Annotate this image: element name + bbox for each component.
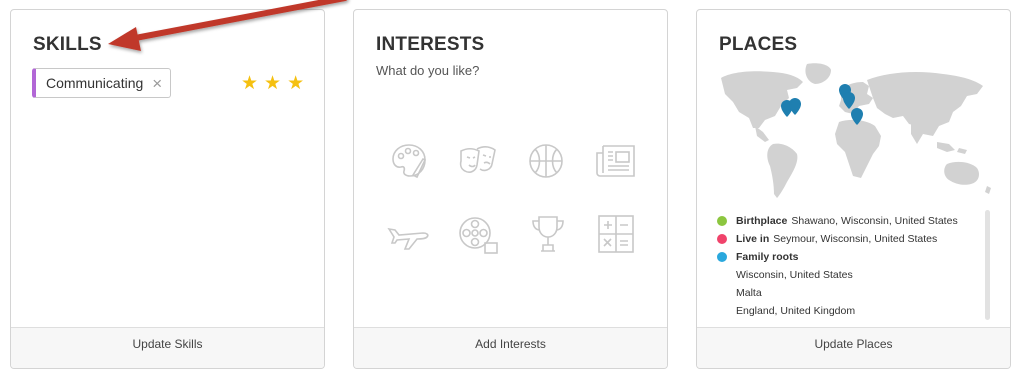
- interests-footer: Add Interests: [354, 327, 667, 368]
- interests-card: INTERESTS What do you like? Add Interest…: [353, 9, 668, 369]
- star-icon[interactable]: ★: [241, 73, 264, 94]
- family-root-item: England, United Kingdom: [736, 305, 856, 317]
- legend-family-roots: Family roots: [717, 248, 958, 266]
- basketball-icon[interactable]: [526, 141, 566, 181]
- family-roots-dot: [717, 252, 727, 262]
- newspaper-icon[interactable]: [594, 141, 638, 181]
- skill-chip[interactable]: Communicating ×: [32, 68, 172, 98]
- star-icon[interactable]: ★: [264, 73, 287, 94]
- palette-icon[interactable]: [389, 141, 429, 181]
- places-legend: Birthplace Shawano, Wisconsin, United St…: [717, 212, 958, 320]
- skills-footer: Update Skills: [11, 327, 324, 368]
- close-icon[interactable]: ×: [152, 75, 162, 92]
- legend-live-in: Live in Seymour, Wisconsin, United State…: [717, 230, 958, 248]
- birthplace-value: Shawano, Wisconsin, United States: [791, 215, 958, 227]
- airplane-icon[interactable]: [387, 215, 431, 255]
- skill-rating-stars[interactable]: ★★★: [241, 72, 310, 95]
- calculator-icon[interactable]: [596, 213, 636, 255]
- live-in-dot: [717, 234, 727, 244]
- places-title: PLACES: [719, 34, 798, 55]
- places-card: PLACES Birthplace Shawano, Wisconsin, Un…: [696, 9, 1011, 369]
- family-roots-label: Family roots: [736, 251, 799, 263]
- interests-title: INTERESTS: [376, 34, 485, 55]
- world-map[interactable]: [715, 60, 997, 210]
- add-interests-button[interactable]: Add Interests: [354, 328, 667, 360]
- family-root-item: Malta: [736, 287, 762, 299]
- update-skills-button[interactable]: Update Skills: [11, 328, 324, 360]
- film-reel-icon[interactable]: [457, 213, 499, 255]
- skills-card: SKILLS Communicating × ★★★ Update Skills: [10, 9, 325, 369]
- legend-scrollbar[interactable]: [985, 210, 990, 320]
- star-icon[interactable]: ★: [287, 73, 310, 94]
- birthplace-dot: [717, 216, 727, 226]
- update-places-button[interactable]: Update Places: [697, 328, 1010, 360]
- legend-birthplace: Birthplace Shawano, Wisconsin, United St…: [717, 212, 958, 230]
- places-footer: Update Places: [697, 327, 1010, 368]
- skill-chip-label: Communicating: [46, 75, 144, 91]
- trophy-icon[interactable]: [528, 213, 568, 255]
- birthplace-label: Birthplace: [736, 215, 788, 227]
- live-in-value: Seymour, Wisconsin, United States: [773, 233, 938, 245]
- skills-title: SKILLS: [33, 34, 102, 55]
- theater-masks-icon[interactable]: [457, 141, 499, 181]
- family-root-item: Wisconsin, United States: [736, 269, 853, 281]
- live-in-label: Live in: [736, 233, 770, 245]
- interests-subtitle: What do you like?: [376, 63, 480, 78]
